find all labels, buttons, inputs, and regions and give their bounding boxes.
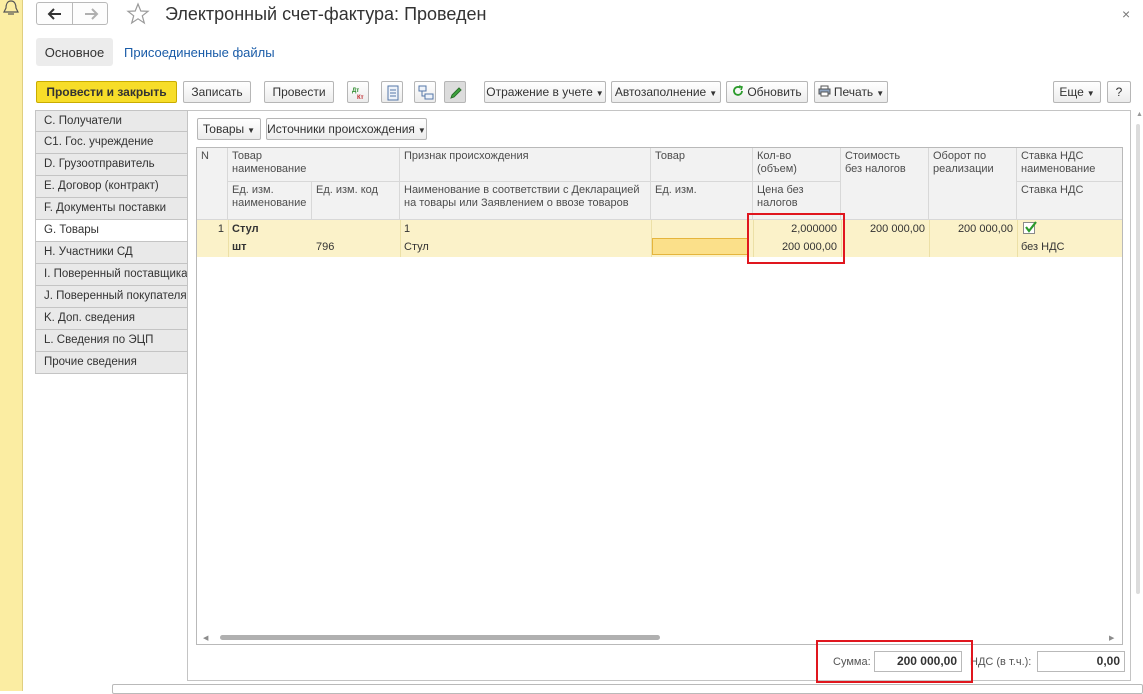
- tab-main[interactable]: Основное: [36, 38, 113, 66]
- checkmark-icon: [1025, 221, 1037, 233]
- more-label: Еще: [1059, 85, 1084, 99]
- cell-turnover[interactable]: 200 000,00: [929, 221, 1017, 238]
- header-cost-no-tax[interactable]: Стоимость без налогов: [841, 148, 929, 220]
- cell-unit-input[interactable]: [652, 238, 749, 255]
- header-turnover[interactable]: Оборот по реализации: [929, 148, 1017, 220]
- notification-strip: [0, 0, 23, 691]
- chevron-down-icon: ▼: [247, 126, 256, 135]
- structure-button[interactable]: [414, 81, 436, 103]
- post-and-close-button[interactable]: Провести и закрыть: [36, 81, 177, 103]
- window-title: Электронный счет-фактура: Проведен: [165, 4, 487, 24]
- cell-n[interactable]: 1: [197, 221, 228, 238]
- tab-attached-files[interactable]: Присоединенные файлы: [124, 45, 275, 60]
- header-vat-rate[interactable]: Ставка НДС: [1017, 182, 1122, 220]
- scroll-left-icon[interactable]: ◀: [203, 634, 208, 642]
- reflection-dropdown[interactable]: Отражение в учете ▼: [484, 81, 606, 103]
- goods-table[interactable]: N Товар наименование Признак происхожден…: [196, 147, 1123, 645]
- origins-dropdown[interactable]: Источники происхождения ▼: [266, 118, 427, 140]
- refresh-button[interactable]: Обновить: [726, 81, 808, 103]
- vat-field[interactable]: 0,00: [1037, 651, 1125, 672]
- chevron-down-icon: ▼: [1086, 89, 1095, 98]
- print-dropdown[interactable]: Печать ▼: [814, 81, 888, 103]
- nav-item-supplier-agent[interactable]: I. Поверенный поставщика: [35, 264, 188, 286]
- bell-icon[interactable]: [2, 0, 20, 16]
- comment-field[interactable]: [112, 684, 1143, 694]
- svg-text:Дт: Дт: [352, 88, 359, 94]
- svg-text:Кт: Кт: [357, 95, 364, 101]
- close-icon[interactable]: ×: [1122, 6, 1130, 22]
- cell-origin-sign[interactable]: 1: [400, 221, 651, 238]
- origins-label: Источники происхождения: [267, 122, 415, 136]
- comment-label: [35, 684, 95, 694]
- chevron-down-icon: ▼: [417, 126, 426, 135]
- scroll-right-icon[interactable]: ▶: [1109, 634, 1114, 642]
- header-vat-rate-name[interactable]: Ставка НДС наименование: [1017, 148, 1122, 182]
- pencil-icon: [450, 87, 462, 99]
- vat-label: НДС (в т.ч.):: [970, 656, 1032, 668]
- header-goods[interactable]: Товар: [651, 148, 753, 182]
- refresh-icon: [732, 83, 744, 103]
- post-button[interactable]: Провести: [264, 81, 334, 103]
- cell-goods-name[interactable]: Стул: [228, 221, 400, 238]
- section-nav: C. Получатели C1. Гос. учреждение D. Гру…: [35, 110, 188, 374]
- nav-item-extra-info[interactable]: K. Доп. сведения: [35, 308, 188, 330]
- nav-item-other-info[interactable]: Прочие сведения: [35, 352, 188, 374]
- vat-checkbox[interactable]: [1023, 221, 1037, 234]
- favorite-star-icon[interactable]: [126, 2, 150, 26]
- header-unit[interactable]: Ед. изм.: [651, 182, 753, 220]
- list-button[interactable]: [381, 81, 403, 103]
- nav-item-goods[interactable]: G. Товары: [35, 220, 188, 242]
- nav-item-participants[interactable]: H. Участники СД: [35, 242, 188, 264]
- cell-vat-rate[interactable]: без НДС: [1017, 239, 1122, 256]
- nav-item-buyer-agent[interactable]: J. Поверенный покупателя: [35, 286, 188, 308]
- highlight-sum-frame: [816, 640, 973, 683]
- back-button[interactable]: [36, 2, 72, 25]
- goods-dropdown[interactable]: Товары ▼: [197, 118, 261, 140]
- refresh-label: Обновить: [747, 85, 802, 99]
- nav-item-state-institution[interactable]: C1. Гос. учреждение: [35, 132, 188, 154]
- scroll-up-icon[interactable]: ▲: [1136, 111, 1143, 118]
- nav-item-recipients[interactable]: C. Получатели: [35, 110, 188, 132]
- list-icon: [387, 85, 399, 101]
- scroll-thumb[interactable]: [220, 635, 660, 640]
- chevron-down-icon: ▼: [709, 89, 718, 98]
- header-goods-name[interactable]: Товар наименование: [228, 148, 400, 182]
- header-unit-name[interactable]: Ед. изм. наименование: [228, 182, 312, 220]
- goods-label: Товары: [202, 122, 245, 136]
- nav-item-delivery-docs[interactable]: F. Документы поставки: [35, 198, 188, 220]
- chevron-down-icon: ▼: [876, 89, 885, 98]
- arrow-left-icon: [47, 8, 61, 20]
- arrow-right-icon: [85, 8, 99, 20]
- cell-unit-code[interactable]: 796: [312, 239, 400, 256]
- more-dropdown[interactable]: Еще ▼: [1053, 81, 1101, 103]
- header-qty[interactable]: Кол-во (объем): [753, 148, 841, 182]
- highlight-qty-frame: [747, 213, 845, 264]
- vertical-scrollbar[interactable]: [1136, 124, 1140, 594]
- header-unit-code[interactable]: Ед. изм. код: [312, 182, 400, 220]
- cell-declaration-name[interactable]: Стул: [400, 239, 651, 256]
- hierarchy-icon: [418, 85, 434, 100]
- edit-button[interactable]: [444, 81, 466, 103]
- nav-item-shipper[interactable]: D. Грузоотправитель: [35, 154, 188, 176]
- cell-cost-no-tax[interactable]: 200 000,00: [841, 221, 929, 238]
- header-origin-sign[interactable]: Признак происхождения: [400, 148, 651, 182]
- chevron-down-icon: ▼: [595, 89, 604, 98]
- save-button[interactable]: Записать: [183, 81, 251, 103]
- cell-unit-name[interactable]: шт: [228, 239, 312, 256]
- reflection-label: Отражение в учете: [486, 85, 593, 99]
- nav-item-signature-info[interactable]: L. Сведения по ЭЦП: [35, 330, 188, 352]
- header-n[interactable]: N: [197, 148, 228, 220]
- autofill-dropdown[interactable]: Автозаполнение ▼: [611, 81, 721, 103]
- print-label: Печать: [833, 85, 874, 99]
- horizontal-scrollbar[interactable]: ◀ ▶: [197, 632, 1122, 644]
- header-declaration-name[interactable]: Наименование в соответствии с Декларацие…: [400, 182, 651, 220]
- autofill-label: Автозаполнение: [614, 85, 707, 99]
- printer-icon: [818, 83, 831, 103]
- nav-item-contract[interactable]: E. Договор (контракт): [35, 176, 188, 198]
- forward-button[interactable]: [72, 2, 108, 25]
- help-button[interactable]: ?: [1107, 81, 1131, 103]
- dt-kt-button[interactable]: Дт Кт: [347, 81, 369, 103]
- dt-kt-icon: Дт Кт: [352, 88, 364, 101]
